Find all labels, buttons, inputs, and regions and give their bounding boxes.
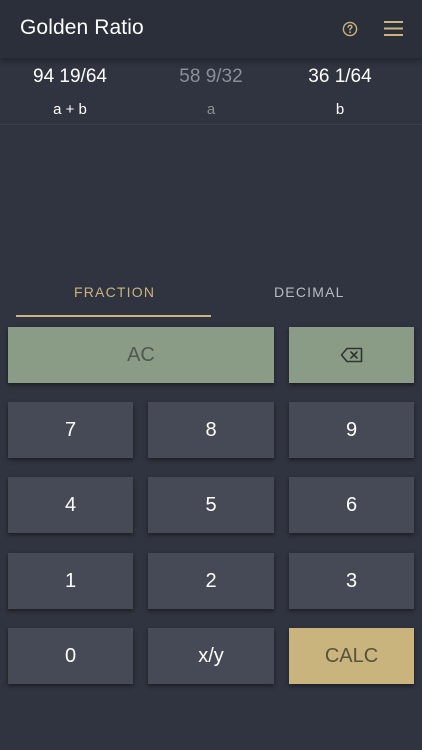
key-2[interactable]: 2 (148, 553, 274, 609)
backspace-icon (340, 347, 362, 363)
result-b-label: b (335, 101, 345, 118)
key-7[interactable]: 7 (8, 402, 133, 458)
help-circle-icon[interactable] (342, 21, 358, 37)
clear-all-button[interactable]: AC (8, 327, 274, 383)
backspace-button[interactable] (289, 327, 414, 383)
result-b-value: 36 1/64 (308, 66, 372, 87)
tab-fraction[interactable]: FRACTION (74, 284, 155, 300)
mode-tabs: FRACTION DECIMAL (0, 272, 422, 318)
hamburger-menu-icon[interactable] (383, 19, 404, 38)
result-sum-label: a + b (53, 101, 87, 118)
key-1[interactable]: 1 (8, 553, 133, 609)
key-0[interactable]: 0 (8, 628, 133, 684)
key-3[interactable]: 3 (289, 553, 414, 609)
key-8[interactable]: 8 (148, 402, 274, 458)
key-9[interactable]: 9 (289, 402, 414, 458)
result-a-label: a (206, 101, 216, 118)
tab-decimal[interactable]: DECIMAL (274, 284, 345, 300)
app-title: Golden Ratio (20, 16, 144, 39)
result-a-value: 58 9/32 (179, 66, 243, 87)
result-sum-value: 94 19/64 (33, 66, 107, 87)
key-5[interactable]: 5 (148, 477, 274, 533)
key-6[interactable]: 6 (289, 477, 414, 533)
calc-button[interactable]: CALC (289, 628, 414, 684)
results-panel: 94 19/64 a + b 58 9/32 a 36 1/64 b (0, 58, 422, 125)
app-bar: Golden Ratio (0, 0, 422, 58)
tab-selected-indicator (16, 315, 211, 317)
fraction-button[interactable]: x/y (148, 628, 274, 684)
key-4[interactable]: 4 (8, 477, 133, 533)
